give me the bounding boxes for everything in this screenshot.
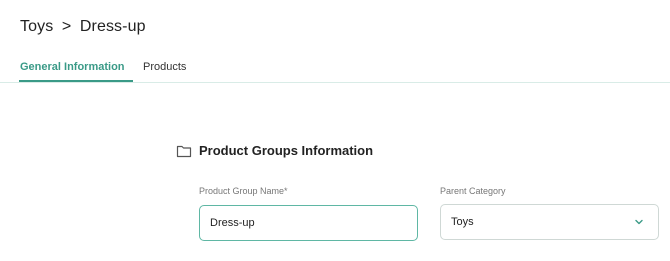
tab-products[interactable]: Products [143,61,186,73]
breadcrumb: Toys > Dress-up [20,18,146,36]
breadcrumb-parent[interactable]: Toys [20,18,53,35]
section-header: Product Groups Information [176,143,373,158]
breadcrumb-current: Dress-up [79,18,146,35]
product-group-name-value: Dress-up [210,217,255,229]
section-title: Product Groups Information [199,143,374,158]
tab-bar: General Information Products [0,52,670,83]
breadcrumb-separator: > [61,18,72,35]
product-group-name-input[interactable]: Dress-up [199,205,418,241]
active-tab-indicator [19,80,133,82]
chevron-down-icon [634,217,644,227]
parent-category-select[interactable]: Toys [440,204,659,240]
tab-general-information[interactable]: General Information [20,61,125,73]
parent-category-value: Toys [451,216,474,228]
parent-category-label: Parent Category [440,186,506,196]
product-group-name-label: Product Group Name* [199,186,288,196]
folder-icon [176,144,192,158]
